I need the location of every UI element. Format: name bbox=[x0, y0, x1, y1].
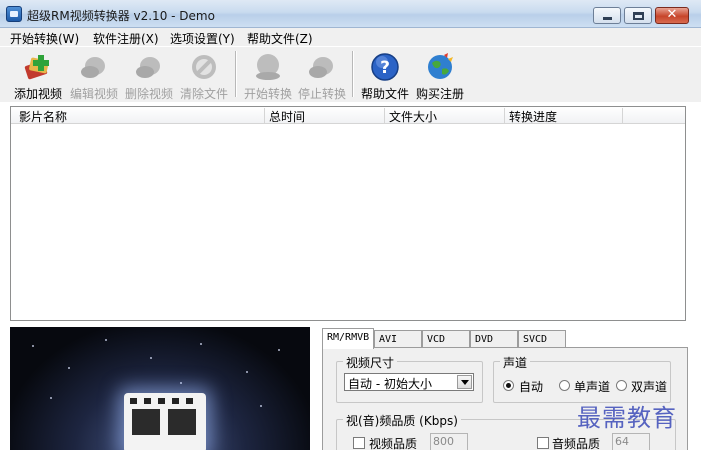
column-header-size[interactable]: 文件大小 bbox=[389, 108, 437, 125]
column-divider[interactable] bbox=[504, 108, 505, 123]
video-size-value: 自动 - 初始大小 bbox=[348, 377, 432, 391]
buy-register-button[interactable]: 购买注册 bbox=[412, 49, 468, 101]
close-icon: ✕ bbox=[666, 7, 678, 22]
delete-video-button[interactable]: 删除视频 bbox=[121, 49, 177, 101]
channel-auto-radio[interactable] bbox=[503, 380, 514, 391]
star bbox=[278, 349, 280, 351]
add-video-label: 添加视频 bbox=[13, 87, 62, 101]
menu-options[interactable]: 选项设置(Y) bbox=[170, 30, 235, 47]
menu-software-register[interactable]: 软件注册(X) bbox=[93, 30, 159, 47]
edit-video-icon bbox=[81, 57, 105, 78]
channel-stereo-radio[interactable] bbox=[616, 380, 627, 391]
maximize-button[interactable] bbox=[624, 7, 652, 24]
star bbox=[32, 345, 34, 347]
column-divider[interactable] bbox=[384, 108, 385, 123]
video-size-select[interactable]: 自动 - 初始大小 bbox=[344, 373, 474, 391]
start-convert-icon bbox=[256, 54, 280, 80]
edit-video-button[interactable]: 编辑视频 bbox=[66, 49, 122, 101]
video-file-list[interactable]: 影片名称 总时间 文件大小 转换进度 bbox=[10, 106, 686, 321]
window-title: 超级RM视频转换器 v2.10 - Demo bbox=[27, 9, 215, 23]
help-icon: ? bbox=[371, 53, 399, 81]
clear-files-button[interactable]: 清除文件 bbox=[176, 49, 232, 101]
chevron-down-icon[interactable] bbox=[457, 375, 472, 389]
column-header-duration[interactable]: 总时间 bbox=[269, 108, 305, 125]
stop-convert-button[interactable]: 停止转换 bbox=[294, 49, 350, 101]
tab-avi[interactable]: AVI bbox=[374, 330, 422, 348]
svg-text:?: ? bbox=[380, 58, 390, 78]
start-convert-button[interactable]: 开始转换 bbox=[240, 49, 296, 101]
star bbox=[105, 339, 107, 341]
column-header-name[interactable]: 影片名称 bbox=[19, 108, 67, 125]
minimize-button[interactable] bbox=[593, 7, 621, 24]
add-video-icon bbox=[24, 55, 49, 80]
column-divider[interactable] bbox=[622, 108, 623, 123]
menu-start-convert[interactable]: 开始转换(W) bbox=[10, 30, 79, 47]
video-quality-input[interactable]: 800 bbox=[430, 433, 468, 450]
film-reel-icon bbox=[124, 393, 206, 450]
star bbox=[200, 343, 202, 345]
format-tabs: RM/RMVB AVI VCD DVD SVCD bbox=[322, 328, 688, 349]
channel-stereo-label: 双声道 bbox=[631, 380, 668, 394]
star bbox=[260, 405, 262, 407]
menu-bar: 开始转换(W) 软件注册(X) 选项设置(Y) 帮助文件(Z) bbox=[0, 28, 701, 46]
video-preview bbox=[10, 327, 310, 450]
star bbox=[180, 382, 182, 384]
audio-quality-label: 音频品质 bbox=[552, 437, 601, 450]
list-header: 影片名称 总时间 文件大小 转换进度 bbox=[11, 107, 685, 124]
stop-convert-icon bbox=[309, 57, 333, 78]
app-icon bbox=[6, 6, 22, 22]
buy-register-icon bbox=[428, 53, 453, 79]
star bbox=[150, 357, 152, 359]
video-quality-label: 视频品质 bbox=[369, 437, 418, 450]
star bbox=[50, 397, 52, 399]
channel-auto-label: 自动 bbox=[519, 380, 544, 394]
stop-convert-label: 停止转换 bbox=[297, 87, 346, 101]
channel-mono-radio[interactable] bbox=[559, 380, 570, 391]
toolbar: 添加视频 编辑视频 删除视频 清除文件 开始转换 停止转换 ? 帮助文件 购买注… bbox=[0, 46, 701, 102]
star bbox=[68, 367, 70, 369]
tab-vcd[interactable]: VCD bbox=[422, 330, 470, 348]
tab-svcd[interactable]: SVCD bbox=[518, 330, 566, 348]
star bbox=[246, 371, 248, 373]
quality-title: 视(音)频品质 (Kbps) bbox=[343, 412, 461, 429]
menu-help[interactable]: 帮助文件(Z) bbox=[247, 30, 313, 47]
buy-register-label: 购买注册 bbox=[415, 87, 464, 101]
delete-video-icon bbox=[136, 57, 160, 78]
clear-files-icon bbox=[192, 55, 216, 79]
channel-title: 声道 bbox=[500, 354, 531, 371]
column-header-progress[interactable]: 转换进度 bbox=[509, 108, 557, 125]
watermark-text: 最需教育 bbox=[577, 404, 677, 432]
title-bar[interactable]: 超级RM视频转换器 v2.10 - Demo ✕ bbox=[0, 0, 701, 28]
audio-quality-input[interactable]: 64 bbox=[612, 433, 650, 450]
close-button[interactable]: ✕ bbox=[655, 7, 689, 24]
column-divider[interactable] bbox=[264, 108, 265, 123]
help-button[interactable]: ? 帮助文件 bbox=[357, 49, 413, 101]
minimize-icon bbox=[603, 17, 612, 20]
video-size-title: 视频尺寸 bbox=[343, 354, 398, 371]
audio-quality-checkbox[interactable] bbox=[537, 437, 549, 449]
channel-mono-label: 单声道 bbox=[574, 380, 611, 394]
tab-dvd[interactable]: DVD bbox=[470, 330, 518, 348]
video-quality-checkbox[interactable] bbox=[353, 437, 365, 449]
add-video-button[interactable]: 添加视频 bbox=[10, 49, 66, 101]
tab-rm-rmvb[interactable]: RM/RMVB bbox=[322, 328, 374, 349]
maximize-icon bbox=[633, 12, 644, 20]
clear-files-label: 清除文件 bbox=[179, 87, 228, 101]
